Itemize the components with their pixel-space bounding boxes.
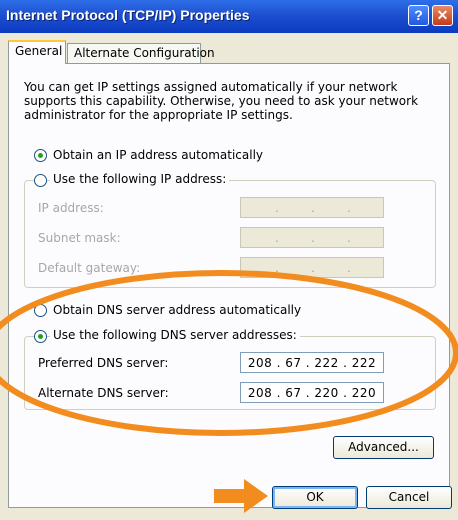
cancel-button[interactable]: Cancel	[366, 486, 452, 509]
subnet-mask-label: Subnet mask:	[38, 231, 121, 245]
advanced-button[interactable]: Advanced...	[333, 436, 434, 459]
info-text: You can get IP settings assigned automat…	[24, 80, 419, 122]
obtain-ip-auto-radio[interactable]	[34, 149, 47, 162]
alternate-dns-value: 208 . 67 . 220 . 220	[247, 386, 377, 400]
alternate-dns-label: Alternate DNS server:	[38, 386, 169, 400]
close-button[interactable]: ✕	[432, 5, 453, 26]
use-following-dns-label[interactable]: Use the following DNS server addresses:	[50, 328, 300, 342]
preferred-dns-label: Preferred DNS server:	[38, 356, 169, 370]
alternate-dns-field[interactable]: 208 . 67 . 220 . 220	[240, 382, 384, 403]
ip-address-label: IP address:	[38, 201, 104, 215]
title-bar: Internet Protocol (TCP/IP) Properties ? …	[0, 0, 458, 33]
obtain-dns-auto-label[interactable]: Obtain DNS server address automatically	[53, 303, 301, 317]
subnet-mask-field: ...	[240, 227, 384, 248]
default-gateway-label: Default gateway:	[38, 261, 141, 275]
obtain-ip-auto-label[interactable]: Obtain an IP address automatically	[53, 148, 263, 162]
help-button[interactable]: ?	[408, 5, 429, 26]
use-following-dns-radio[interactable]	[34, 330, 47, 343]
preferred-dns-value: 208 . 67 . 222 . 222	[247, 356, 377, 370]
preferred-dns-field[interactable]: 208 . 67 . 222 . 222	[240, 352, 384, 373]
use-following-ip-label[interactable]: Use the following IP address:	[50, 172, 230, 186]
ok-button[interactable]: OK	[272, 486, 358, 509]
tab-alternate-configuration[interactable]: Alternate Configuration	[67, 43, 215, 63]
obtain-dns-auto-radio[interactable]	[34, 304, 47, 317]
default-gateway-field: ...	[240, 257, 384, 278]
window-title: Internet Protocol (TCP/IP) Properties	[6, 7, 250, 23]
use-following-ip-radio[interactable]	[34, 174, 47, 187]
ip-address-field: ...	[240, 197, 384, 218]
tab-general[interactable]: General	[8, 40, 66, 64]
